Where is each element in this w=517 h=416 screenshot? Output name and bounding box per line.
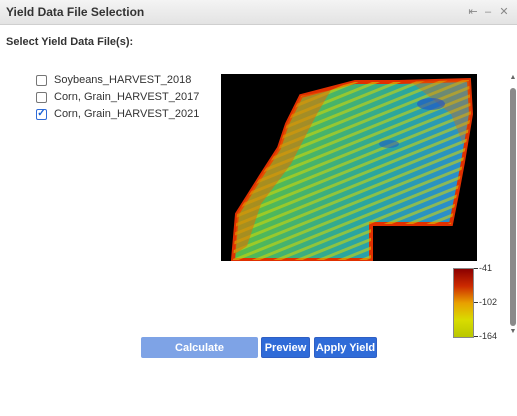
field-low-yield-spot: [379, 140, 399, 148]
preview-button[interactable]: Preview: [261, 337, 310, 358]
file-checkbox[interactable]: [36, 74, 47, 86]
field-low-yield-spot: [417, 98, 445, 110]
file-checkbox[interactable]: ✓: [36, 108, 47, 120]
legend-color-bar: [453, 268, 474, 338]
file-item-corn-2021[interactable]: ✓ Corn, Grain_HARVEST_2021: [36, 106, 199, 122]
checkmark-icon: ✓: [37, 108, 46, 119]
file-label: Soybeans_HARVEST_2018: [54, 74, 192, 86]
apply-yield-button[interactable]: Apply Yield: [314, 337, 377, 358]
file-checkbox[interactable]: [36, 91, 47, 103]
title-bar: Yield Data File Selection ⇤ – ✕: [0, 0, 517, 25]
legend-tick: [474, 336, 478, 337]
pin-icon[interactable]: ⇤: [466, 4, 480, 20]
window-title: Yield Data File Selection: [6, 5, 145, 19]
file-label: Corn, Grain_HARVEST_2021: [54, 108, 200, 120]
scrollbar-thumb[interactable]: [510, 88, 516, 326]
legend-label-mid: -102: [479, 297, 498, 307]
close-button[interactable]: ✕: [497, 4, 511, 20]
calculate-normalization-button[interactable]: Calculate Normalization: [141, 337, 258, 374]
yield-map: [221, 74, 477, 262]
scroll-up-arrow-icon[interactable]: ▲: [509, 74, 517, 81]
file-label: Corn, Grain_HARVEST_2017: [54, 91, 200, 103]
legend-label-max: -41: [479, 263, 493, 273]
scroll-down-arrow-icon[interactable]: ▼: [509, 328, 517, 335]
file-item-soybeans-2018[interactable]: Soybeans_HARVEST_2018: [36, 72, 191, 88]
minimize-button[interactable]: –: [481, 4, 495, 20]
legend-tick: [474, 302, 478, 303]
legend-label-min: -164: [479, 331, 498, 341]
yield-map-image: [230, 77, 474, 262]
legend-tick: [474, 268, 478, 269]
file-item-corn-2017[interactable]: Corn, Grain_HARVEST_2017: [36, 89, 199, 105]
section-label: Select Yield Data File(s):: [6, 36, 134, 48]
